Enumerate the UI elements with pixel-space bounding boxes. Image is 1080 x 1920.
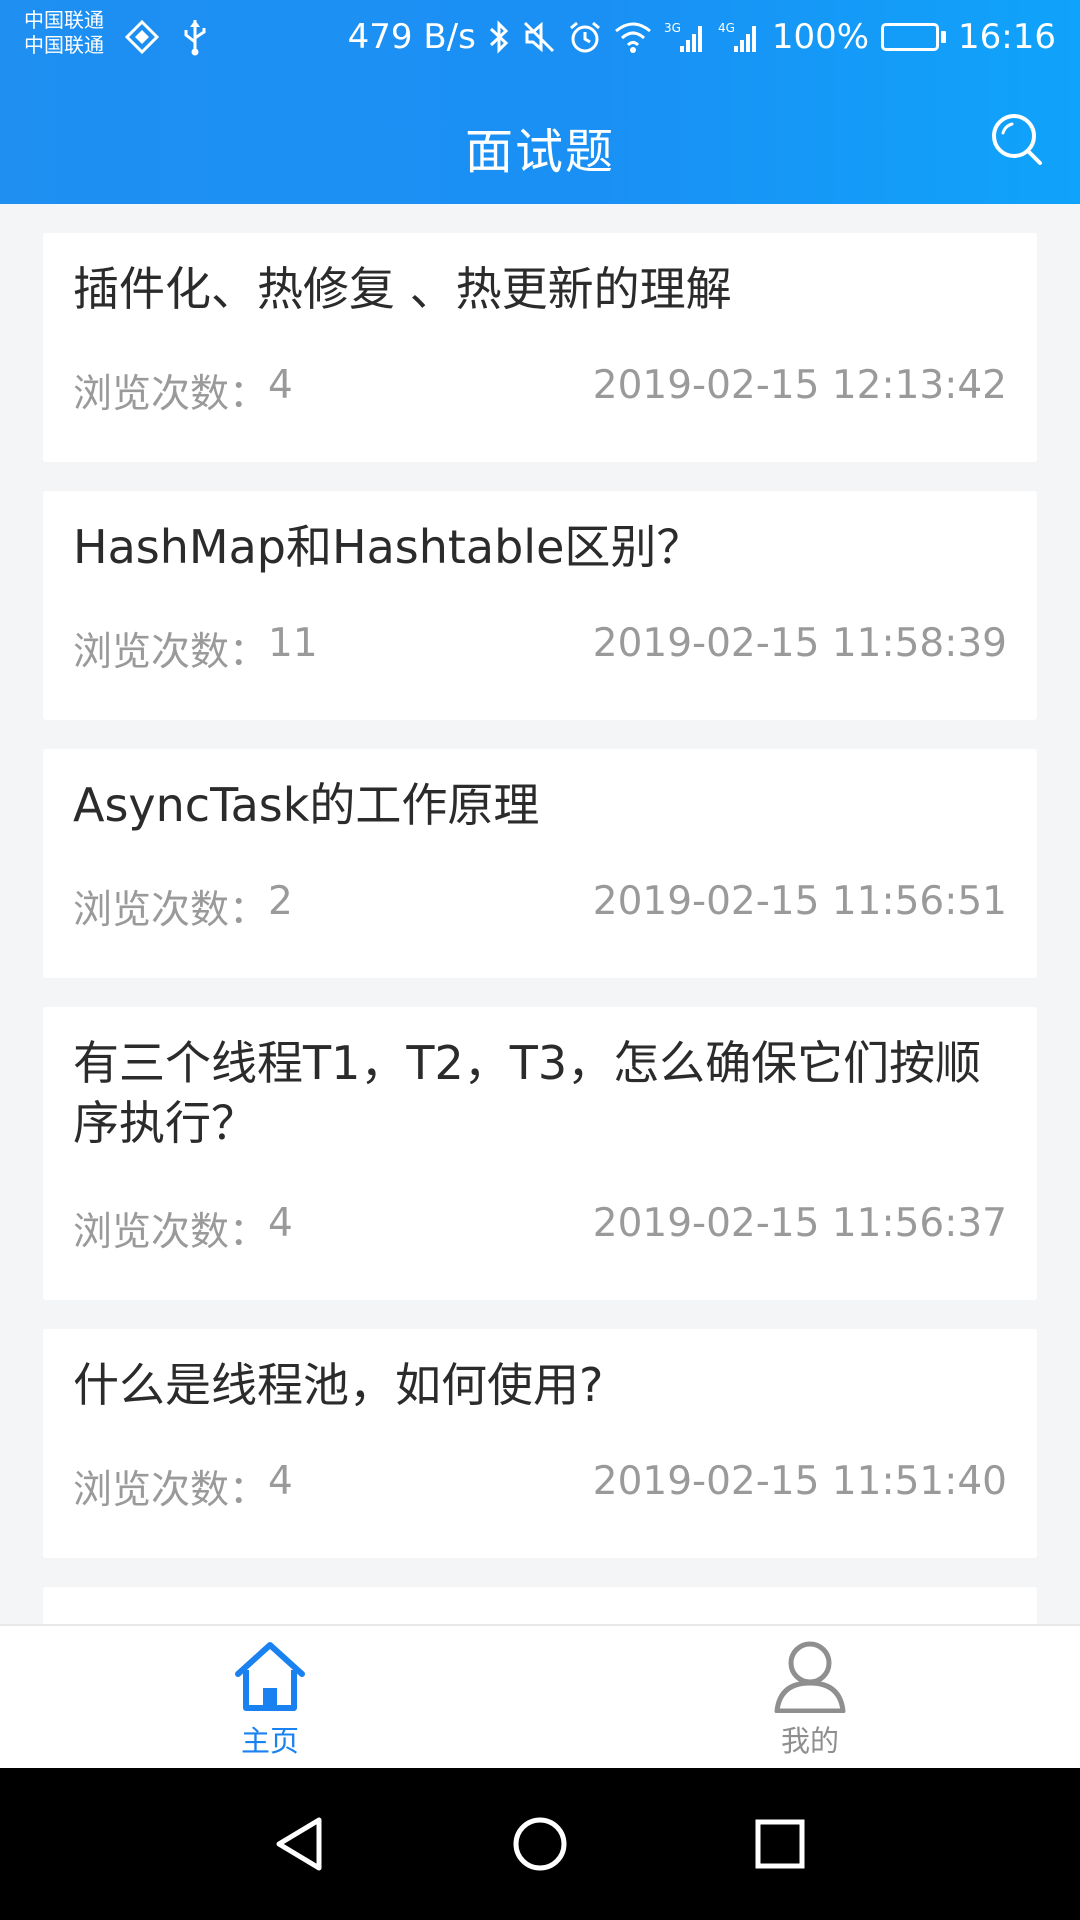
battery-icon xyxy=(881,23,947,51)
net-4g-label: 4G xyxy=(718,21,735,35)
app-header: 中国联通 中国联通 479 B/s 3G 4G 100% 16:16 面试题 xyxy=(0,0,1080,204)
view-count-value: 2 xyxy=(268,879,293,924)
nav-recents-button[interactable] xyxy=(740,1804,820,1884)
status-right: 479 B/s 3G 4G 100% 16:16 xyxy=(348,14,1056,60)
view-count-label: 浏览次数： xyxy=(73,888,269,933)
recents-icon xyxy=(755,1819,805,1869)
item-meta: 浏览次数： 4 2019-02-15 11:51:40 xyxy=(73,1459,1007,1515)
title-bar: 面试题 xyxy=(0,76,1080,204)
item-meta: 浏览次数： 4 2019-02-15 11:56:37 xyxy=(73,1201,1007,1257)
nav-back-button[interactable] xyxy=(259,1804,339,1884)
tab-me-label: 我的 xyxy=(780,1724,839,1758)
status-bar: 中国联通 中国联通 479 B/s 3G 4G 100% 16:16 xyxy=(0,0,1080,76)
view-count: 浏览次数： 2 xyxy=(73,879,293,935)
view-count-label: 浏览次数： xyxy=(73,1468,269,1513)
view-count: 浏览次数： 4 xyxy=(73,1201,293,1257)
usb-icon xyxy=(182,18,208,60)
search-icon xyxy=(992,114,1042,165)
carrier-2: 中国联通 xyxy=(24,33,104,57)
question-list: 插件化、热修复 、热更新的理解 浏览次数： 4 2019-02-15 12:13:… xyxy=(0,204,1080,1624)
carrier-1: 中国联通 xyxy=(24,8,104,32)
page-title: 面试题 xyxy=(464,124,615,180)
nav-home-button[interactable] xyxy=(500,1804,580,1884)
home-circle-icon xyxy=(513,1817,567,1871)
question-title: HashMap和Hashtable区别？ xyxy=(73,520,703,574)
view-count-value: 4 xyxy=(268,363,293,408)
question-title: AsyncTask的工作原理 xyxy=(73,778,540,832)
signal-3g-icon: 3G xyxy=(664,20,706,54)
item-meta: 浏览次数： 4 2019-02-15 12:13:42 xyxy=(73,363,1007,419)
signal-4g-icon: 4G xyxy=(718,20,760,54)
view-count-value: 11 xyxy=(268,621,318,666)
data-saver-icon xyxy=(124,19,160,59)
item-meta: 浏览次数： 11 2019-02-15 11:58:39 xyxy=(73,621,1007,677)
list-item[interactable]: 什么是线程池，如何使用? 浏览次数： 4 2019-02-15 11:51:40 xyxy=(43,1329,1037,1558)
view-count: 浏览次数： 11 xyxy=(73,621,318,677)
view-count-label: 浏览次数： xyxy=(73,1210,269,1255)
wifi-icon xyxy=(614,21,652,53)
item-datetime: 2019-02-15 11:56:37 xyxy=(592,1201,1007,1246)
view-count-label: 浏览次数： xyxy=(73,372,269,417)
item-datetime: 2019-02-15 11:51:40 xyxy=(592,1459,1007,1504)
list-item[interactable]: HashMap和Hashtable区别？ 浏览次数： 11 2019-02-15 … xyxy=(43,491,1037,720)
item-datetime: 2019-02-15 11:56:51 xyxy=(592,879,1007,924)
view-count-value: 4 xyxy=(268,1459,293,1504)
carrier-info: 中国联通 中国联通 xyxy=(24,8,104,58)
list-item-partial[interactable] xyxy=(43,1587,1037,1624)
mute-icon xyxy=(522,20,556,54)
question-title: 插件化、热修复 、热更新的理解 xyxy=(73,262,732,316)
net-3g-label: 3G xyxy=(664,21,681,35)
home-icon xyxy=(230,1636,310,1716)
battery-percent: 100% xyxy=(771,17,870,57)
screen: 中国联通 中国联通 479 B/s 3G 4G 100% 16:16 面试题 插… xyxy=(0,0,1080,1920)
view-count-value: 4 xyxy=(268,1201,293,1246)
net-speed: 479 B/s xyxy=(347,17,476,57)
clock: 16:16 xyxy=(958,17,1056,57)
item-meta: 浏览次数： 2 2019-02-15 11:56:51 xyxy=(73,879,1007,935)
view-count-label: 浏览次数： xyxy=(73,630,269,675)
back-icon xyxy=(276,1817,322,1871)
tab-me[interactable]: 我的 xyxy=(540,1626,1080,1770)
system-nav-bar xyxy=(0,1768,1080,1920)
tab-home-label: 主页 xyxy=(240,1724,299,1758)
alarm-icon xyxy=(568,20,602,54)
view-count: 浏览次数： 4 xyxy=(73,1459,293,1515)
view-count: 浏览次数： 4 xyxy=(73,363,293,419)
search-button[interactable] xyxy=(982,104,1052,174)
bluetooth-icon xyxy=(488,19,510,55)
item-datetime: 2019-02-15 11:58:39 xyxy=(592,621,1007,666)
status-left-icons xyxy=(124,18,208,60)
list-item[interactable]: 插件化、热修复 、热更新的理解 浏览次数： 4 2019-02-15 12:13:… xyxy=(43,233,1037,462)
item-datetime: 2019-02-15 12:13:42 xyxy=(592,363,1007,408)
user-icon xyxy=(770,1636,850,1716)
question-title: 什么是线程池，如何使用? xyxy=(73,1358,604,1412)
bottom-tab-bar: 主页 我的 xyxy=(0,1624,1080,1768)
list-item[interactable]: 有三个线程T1，T2，T3，怎么确保它们按顺序执行？ 浏览次数： 4 2019-0… xyxy=(43,1007,1037,1300)
tab-home[interactable]: 主页 xyxy=(0,1626,540,1770)
list-item[interactable]: AsyncTask的工作原理 浏览次数： 2 2019-02-15 11:56:5… xyxy=(43,749,1037,978)
question-title: 有三个线程T1，T2，T3，怎么确保它们按顺序执行？ xyxy=(73,1036,982,1150)
